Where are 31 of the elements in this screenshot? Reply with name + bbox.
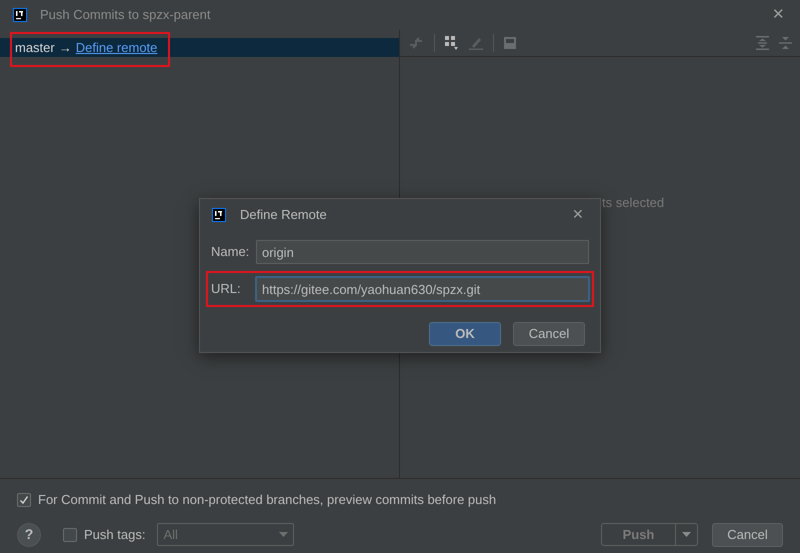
field-label: URL:: [211, 280, 242, 298]
preview-option-label: For Commit and Push to non-protected branches, preview commits before push: [38, 491, 496, 509]
ok-button[interactable]: OK: [429, 322, 501, 346]
empty-text: ts selected: [602, 194, 664, 212]
window-title: Push Commits to spzx-parent: [40, 6, 211, 24]
cancel-button[interactable]: Cancel: [712, 522, 783, 546]
help-button[interactable]: ?: [17, 522, 41, 546]
app-logo-icon: [13, 8, 27, 22]
dropdown-arrow-icon: [279, 532, 288, 537]
define-remote-link[interactable]: Define remote: [76, 38, 158, 58]
dialog-title: Define Remote: [240, 206, 327, 224]
branch-name: master: [15, 38, 55, 57]
field-label: Name:: [211, 243, 250, 262]
push-tags-label: Push tags:: [84, 526, 146, 544]
compare-arrows-icon[interactable]: [408, 35, 424, 51]
group-by-icon[interactable]: [445, 36, 459, 50]
cancel-button[interactable]: Cancel: [513, 322, 585, 346]
checkbox[interactable]: [63, 528, 77, 542]
push-button-label: Push: [622, 526, 656, 544]
app-logo-icon: [212, 208, 226, 222]
branch-row[interactable]: master → Define remote: [0, 38, 399, 57]
checkbox[interactable]: [17, 492, 31, 507]
text-field[interactable]: origin: [256, 240, 589, 264]
close-button[interactable]: ✕: [772, 4, 785, 26]
edit-icon[interactable]: [469, 36, 483, 50]
close-button[interactable]: ✕: [572, 204, 584, 225]
collapse-all-icon[interactable]: [779, 36, 792, 50]
preview-icon[interactable]: [504, 37, 516, 49]
expand-all-icon[interactable]: [756, 36, 769, 50]
arrow-text: →: [58, 38, 72, 57]
text-field[interactable]: https://gitee.com/yaohuan630/spzx.git: [256, 277, 589, 301]
